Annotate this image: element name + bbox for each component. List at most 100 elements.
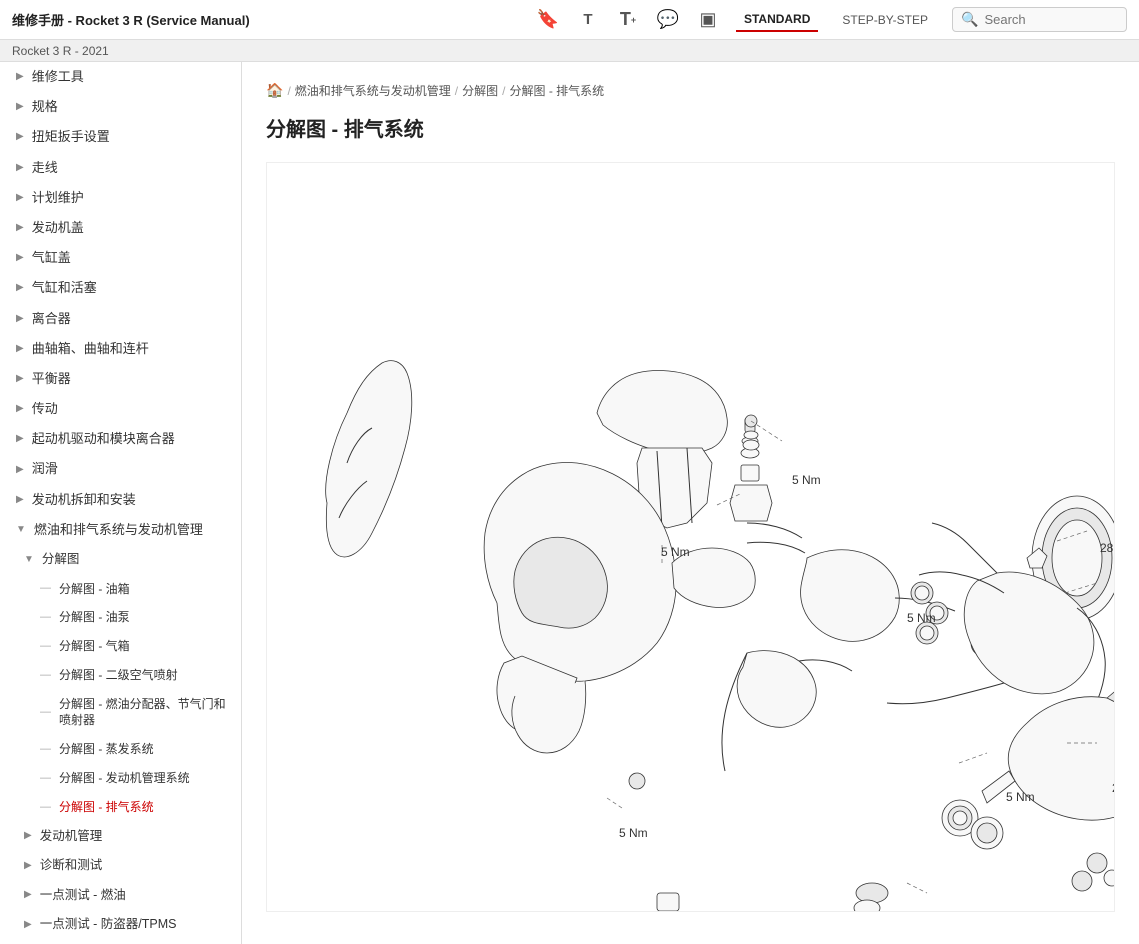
nav-stepbystep-button[interactable]: STEP-BY-STEP	[834, 9, 936, 31]
sidebar-item[interactable]: ▶气缸盖	[0, 243, 241, 273]
sidebar-item[interactable]: ▶传动	[0, 394, 241, 424]
sidebar-item[interactable]: ▶ 走线	[0, 153, 241, 183]
font-increase-icon[interactable]: T+	[616, 8, 640, 32]
sidebar-item[interactable]: ▶ 曲轴箱、曲轴和连杆	[0, 334, 241, 364]
sidebar-item[interactable]: ▶离合器	[0, 304, 241, 334]
nav-standard-button[interactable]: STANDARD	[736, 8, 818, 32]
chevron-right-icon: ▶	[16, 402, 24, 416]
sidebar-item-label: 燃油和排气系统与发动机管理	[34, 521, 203, 539]
sidebar-item[interactable]: — 分解图 - 油泵	[0, 603, 241, 632]
sidebar-item-label: 走线	[32, 159, 58, 177]
sidebar-item[interactable]: — 分解图 - 气箱	[0, 632, 241, 661]
sidebar-item-label: 诊断和测试	[40, 857, 103, 875]
chevron-right-icon: ▶	[16, 312, 24, 326]
sidebar-item-label: 分解图 - 排气系统	[59, 799, 154, 816]
page-title: 分解图 - 排气系统	[266, 113, 1115, 142]
sidebar-item[interactable]: ▼燃油和排气系统与发动机管理	[0, 515, 241, 545]
chevron-right-icon: ▶	[16, 161, 24, 175]
breadcrumb-item-2[interactable]: 分解图	[462, 82, 498, 99]
breadcrumb-item-1[interactable]: 燃油和排气系统与发动机管理	[295, 82, 451, 99]
sidebar-item-label: 扭矩扳手设置	[32, 128, 110, 146]
bookmark-icon[interactable]: 🔖	[536, 8, 560, 32]
chevron-right-icon: ▶	[16, 342, 24, 356]
breadcrumb-item-3[interactable]: 分解图 - 排气系统	[510, 82, 605, 99]
sidebar-item[interactable]: ▶ 维修工具	[0, 62, 241, 92]
sidebar-item[interactable]: ▶规格	[0, 92, 241, 122]
sidebar-item[interactable]: — 分解图 - 发动机管理系统	[0, 764, 241, 793]
chevron-right-icon: ▶	[16, 130, 24, 144]
chevron-right-icon: ▶	[24, 918, 32, 932]
sidebar-item[interactable]: ▶计划维护	[0, 183, 241, 213]
sidebar-item[interactable]: — 分解图 - 二级空气喷射	[0, 661, 241, 690]
sidebar-item-label: 曲轴箱、曲轴和连杆	[32, 340, 149, 358]
sidebar-item-label: 分解图 - 发动机管理系统	[59, 770, 190, 787]
sidebar-item[interactable]: ▶ 扭矩扳手设置	[0, 122, 241, 152]
chevron-right-icon: ▶	[16, 100, 24, 114]
sidebar-item-label: 分解图 - 二级空气喷射	[59, 667, 178, 684]
torque-label-t6: 5 Nm	[1006, 790, 1035, 804]
torque-label-t4: 28 Nm	[1100, 541, 1115, 555]
sidebar-item-label: 维修工具	[32, 68, 84, 86]
sidebar-item[interactable]: ▶发动机管理	[0, 822, 241, 852]
sidebar: ▶维修工具▶规格▶扭矩扳手设置▶走线▶计划维护▶发动机盖▶气缸盖▶气缸和活塞▶离…	[0, 62, 242, 944]
sidebar-item-label: 分解图 - 油泵	[59, 609, 130, 626]
chevron-right-icon: ▶	[16, 463, 24, 477]
dash-icon: —	[40, 800, 51, 815]
diagram-area: .diagram-line { stroke: #333; stroke-wid…	[266, 162, 1115, 912]
sidebar-item[interactable]: ▼分解图	[0, 545, 241, 575]
sidebar-item[interactable]: ▶ 诊断和测试	[0, 851, 241, 881]
sidebar-item-label: 分解图 - 燃油分配器、节气门和喷射器	[59, 696, 229, 730]
sidebar-item-label: 分解图 - 蒸发系统	[59, 741, 154, 758]
dash-icon: —	[40, 581, 51, 596]
sidebar-item[interactable]: — 分解图 - 排气系统	[0, 793, 241, 822]
chevron-right-icon: ▶	[24, 829, 32, 843]
torque-label-t8: 5 Nm	[619, 826, 648, 840]
dash-icon: —	[40, 639, 51, 654]
exhaust-main-body	[484, 463, 755, 754]
font-decrease-icon[interactable]: T	[576, 8, 600, 32]
sidebar-item[interactable]: ▶拆卸和安装 - 燃油和空气部件	[0, 940, 241, 944]
sidebar-item-label: 一点测试 - 燃油	[40, 887, 126, 905]
chevron-right-icon: ▶	[16, 432, 24, 446]
dash-icon: —	[40, 610, 51, 625]
chevron-right-icon: ▶	[16, 372, 24, 386]
sidebar-item[interactable]: — 分解图 - 蒸发系统	[0, 735, 241, 764]
layout-icon[interactable]: ▣	[696, 8, 720, 32]
sidebar-item[interactable]: ▶起动机驱动和模块离合器	[0, 424, 241, 454]
app-title: 维修手册 - Rocket 3 R (Service Manual)	[12, 10, 250, 29]
sidebar-item-label: 发动机拆卸和安装	[32, 491, 136, 509]
chevron-right-icon: ▶	[24, 859, 32, 873]
sidebar-item-label: 发动机盖	[32, 219, 84, 237]
sidebar-item[interactable]: ▶气缸和活塞	[0, 273, 241, 303]
sidebar-item[interactable]: ▶ 一点测试 - 防盗器/TPMS	[0, 910, 241, 940]
dash-icon: —	[40, 742, 51, 757]
home-icon[interactable]: 🏠	[266, 82, 283, 99]
sidebar-item[interactable]: ▶一点测试 - 燃油	[0, 881, 241, 911]
sidebar-item-label: 气缸和活塞	[32, 279, 97, 297]
sidebar-item-label: 分解图 - 油箱	[59, 581, 130, 598]
torque-label-t3: 5 Nm	[907, 611, 936, 625]
chevron-right-icon: ▶	[16, 191, 24, 205]
dash-icon: —	[40, 771, 51, 786]
sidebar-item[interactable]: ▶平衡器	[0, 364, 241, 394]
right-lower-body	[982, 673, 1115, 891]
sidebar-item[interactable]: ▶润滑	[0, 454, 241, 484]
left-heat-shield	[326, 361, 412, 557]
app-subtitle: Rocket 3 R - 2021	[12, 44, 109, 58]
comment-icon[interactable]: 💬	[656, 8, 680, 32]
content-area: 🏠 / 燃油和排气系统与发动机管理 / 分解图 / 分解图 - 排气系统 分解图…	[242, 62, 1139, 944]
chevron-right-icon: ▶	[16, 251, 24, 265]
dash-icon: —	[40, 705, 51, 720]
sidebar-item[interactable]: — 分解图 - 燃油分配器、节气门和喷射器	[0, 690, 241, 736]
search-input[interactable]	[984, 12, 1118, 27]
chevron-right-icon: ▶	[16, 70, 24, 84]
chevron-right-icon: ▶	[16, 493, 24, 507]
sidebar-item-label: 一点测试 - 防盗器/TPMS	[40, 916, 177, 934]
dash-icon: —	[40, 668, 51, 683]
exploded-diagram-svg: .diagram-line { stroke: #333; stroke-wid…	[267, 163, 1115, 912]
sidebar-item[interactable]: — 分解图 - 油箱	[0, 575, 241, 604]
sidebar-item-label: 分解图 - 气箱	[59, 638, 130, 655]
sidebar-item[interactable]: ▶ 发动机拆卸和安装	[0, 485, 241, 515]
sidebar-item-label: 分解图	[42, 551, 80, 569]
sidebar-item[interactable]: ▶发动机盖	[0, 213, 241, 243]
